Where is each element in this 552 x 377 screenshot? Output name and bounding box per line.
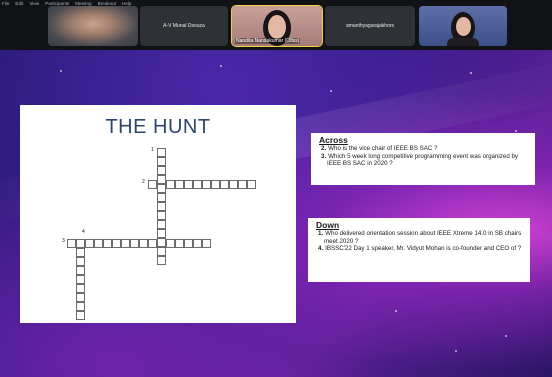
clue-item: 3. Which 5 week long competitive programm… [319,153,529,168]
clue-item-text: Who is the vice chair of IEEE BS SAC ? [328,145,438,153]
decor-dot [60,70,62,72]
decor-dot [470,72,472,74]
grid-cell[interactable] [148,180,157,189]
clue-item-text: IBSSC'22 Day 1 speaker, Mr. Vidyut Mohan… [325,245,522,253]
face-shape [268,15,286,39]
grid-cell[interactable] [175,180,184,189]
grid-cell[interactable] [76,311,85,320]
across-heading: Across [319,135,348,145]
grid-cell[interactable] [184,239,193,248]
grid-cell[interactable] [157,175,166,184]
grid-cell[interactable] [67,239,76,248]
down-clues-panel: Down 1. Who delivered orientation session… [308,218,530,282]
clue-item-text: Which 5 week long competitive programmin… [327,152,519,168]
grid-cell[interactable] [76,248,85,257]
clue-number: 4 [82,229,85,235]
grid-cell[interactable] [157,202,166,211]
grid-cell[interactable] [157,211,166,220]
grid-cell[interactable] [157,247,166,256]
grid-cell[interactable] [157,238,166,247]
decor-dot [220,65,222,67]
grid-cell[interactable] [157,193,166,202]
puzzle-title: THE HUNT [105,116,211,138]
grid-cell[interactable] [184,180,193,189]
grid-cell[interactable] [76,239,85,248]
grid-cell[interactable] [130,239,139,248]
participant-name: A-V Munal Dsouza [163,23,205,29]
grid-cell[interactable] [112,239,121,248]
grid-cell[interactable] [157,220,166,229]
grid-cell[interactable] [175,239,184,248]
clue-number: 2 [142,179,145,185]
shared-slide: THE HUNT 1 2 3 4 Across 2. Who is the vi… [0,50,552,377]
grid-cell[interactable] [103,239,112,248]
grid-cell[interactable] [157,184,166,193]
grid-cell[interactable] [220,180,229,189]
clue-item-number: 1. [318,230,324,238]
grid-cell[interactable] [211,180,220,189]
participant-tile-1[interactable] [48,6,138,46]
clue-item: 2. Who is the vice chair of IEEE BS SAC ? [319,145,529,152]
grid-cell[interactable] [157,229,166,238]
grid-cell[interactable] [76,293,85,302]
participant-strip: File Edit View Participants Meeting Brea… [0,0,552,50]
decor-dot [330,90,332,92]
participant-video [48,6,138,46]
grid-cell[interactable] [229,180,238,189]
grid-cell[interactable] [202,239,211,248]
across-clues-panel: Across 2. Who is the vice chair of IEEE B… [311,133,535,185]
grid-cell[interactable] [157,256,166,265]
grid-cell[interactable] [76,284,85,293]
shoulders-shape [447,38,479,46]
down-heading: Down [316,220,340,230]
grid-cell[interactable] [193,180,202,189]
grid-cell[interactable] [121,239,130,248]
grid-cell[interactable] [85,239,94,248]
clue-item-text: Who delivered orientation session about … [324,230,522,245]
grid-cell[interactable] [166,180,175,189]
grid-cell[interactable] [193,239,202,248]
participant-tile-3[interactable]: Nandita Nandakumar (Ofiss) [231,5,323,47]
participant-name: amanthyagarajakhors [345,23,395,29]
menu-item[interactable]: Edit [15,0,23,7]
decor-dot [505,335,507,337]
grid-cell[interactable] [139,239,148,248]
clue-number: 1 [151,147,154,153]
participant-tile-4[interactable]: amanthyagarajakhors [325,6,415,46]
grid-cell[interactable] [76,302,85,311]
face-shape [456,17,471,36]
grid-cell[interactable] [247,180,256,189]
decor-dot [455,350,457,352]
grid-cell[interactable] [157,148,166,157]
clue-number: 3 [62,238,65,244]
clue-item: 1. Who delivered orientation session abou… [316,230,524,245]
clue-item-number: 4. [318,245,324,253]
grid-cell[interactable] [76,266,85,275]
participant-tile-2[interactable]: A-V Munal Dsouza [140,6,228,46]
grid-cell[interactable] [94,239,103,248]
grid-cell[interactable] [76,275,85,284]
decor-dot [395,310,397,312]
decor-dot [515,130,517,132]
participant-name: Nandita Nandakumar (Ofiss) [235,38,301,44]
crossword-card: THE HUNT 1 2 3 4 [20,105,296,323]
grid-cell[interactable] [157,157,166,166]
grid-cell[interactable] [202,180,211,189]
menu-item[interactable]: File [2,0,9,7]
grid-cell[interactable] [166,239,175,248]
clue-item-number: 3. [321,152,327,160]
participant-tile-5[interactable] [419,6,507,46]
grid-cell[interactable] [157,166,166,175]
grid-cell[interactable] [238,180,247,189]
menu-item[interactable]: View [29,0,39,7]
clue-item-number: 2. [321,145,327,153]
clue-item: 4. IBSSC'22 Day 1 speaker, Mr. Vidyut Moh… [316,245,524,252]
grid-cell[interactable] [76,257,85,266]
grid-cell[interactable] [148,239,157,248]
